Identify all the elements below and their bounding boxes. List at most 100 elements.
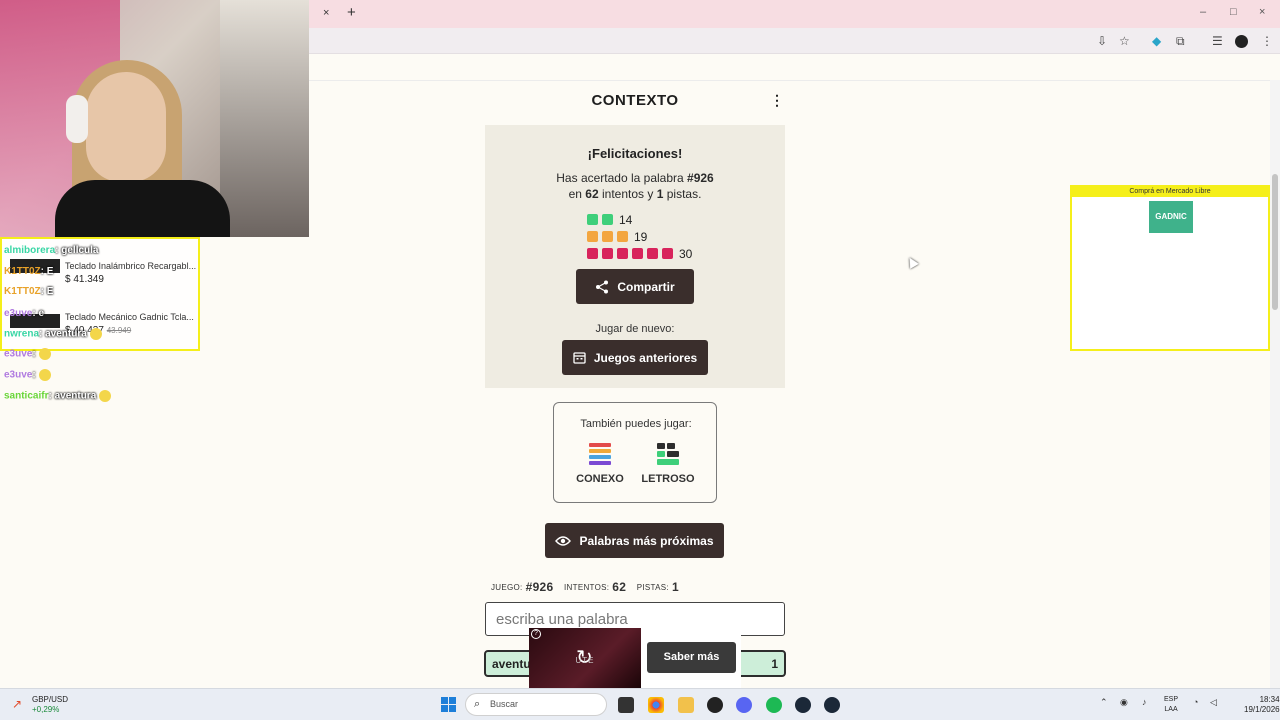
hints-count: 1 bbox=[656, 187, 664, 201]
chat-username: nwrena bbox=[4, 328, 40, 340]
letroso-link[interactable]: LETROSO bbox=[633, 443, 703, 485]
headset bbox=[66, 95, 88, 143]
chat-text: : gellcula bbox=[55, 245, 99, 256]
steam-icon[interactable] bbox=[824, 697, 840, 713]
obs-icon[interactable] bbox=[707, 697, 723, 713]
gadnic-logo[interactable]: GADNIC bbox=[1149, 201, 1193, 233]
webcam-overlay bbox=[0, 0, 309, 237]
share-button[interactable]: Compartir bbox=[576, 269, 694, 304]
result-card: ¡Felicitaciones! Has acertado la palabra… bbox=[485, 125, 785, 388]
result-summary: Has acertado la palabra #926 en 62 inten… bbox=[556, 171, 714, 201]
emote-icon bbox=[89, 328, 102, 340]
reading-list-icon[interactable]: ☰ bbox=[1212, 34, 1223, 48]
distribution-square bbox=[662, 248, 673, 260]
spotify-icon[interactable] bbox=[766, 697, 782, 713]
share-icon bbox=[596, 280, 609, 293]
clock[interactable]: 18:34 19/1/2026 bbox=[1244, 695, 1280, 715]
distribution-row: 14 bbox=[587, 211, 633, 227]
chat-text: : E bbox=[40, 266, 54, 277]
play-again-label: Jugar de nuevo: bbox=[595, 323, 675, 335]
microphone-icon[interactable]: ♪ bbox=[1142, 697, 1147, 707]
chat-message: K1TT0Z: E bbox=[4, 286, 53, 297]
distribution-square bbox=[617, 231, 628, 243]
ad-info-icon[interactable]: ? bbox=[531, 629, 541, 639]
minimize-button[interactable]: – bbox=[1200, 6, 1206, 18]
install-app-icon[interactable]: ⇩ bbox=[1097, 34, 1107, 48]
chat-message: nwrena: aventura bbox=[4, 328, 102, 340]
discord-icon[interactable] bbox=[736, 697, 752, 713]
task-view-icon[interactable] bbox=[618, 697, 634, 713]
letroso-icon bbox=[657, 443, 679, 465]
distribution-square bbox=[632, 248, 643, 260]
product-title: Teclado Inalámbrico Recargabl... bbox=[65, 261, 197, 271]
scrollbar[interactable] bbox=[1270, 80, 1280, 688]
chat-username: santicaifr bbox=[4, 390, 49, 402]
page-divider bbox=[309, 80, 1270, 81]
guess-word: aventu bbox=[492, 657, 531, 671]
distribution-square bbox=[587, 214, 598, 226]
scroll-thumb[interactable] bbox=[1272, 174, 1278, 310]
distribution-square bbox=[587, 231, 598, 243]
chat-username: e3uve bbox=[4, 348, 33, 360]
eye-icon bbox=[555, 535, 572, 546]
conexo-icon bbox=[589, 443, 611, 465]
game-number: #926 bbox=[687, 171, 714, 185]
steam-icon[interactable] bbox=[795, 697, 811, 713]
distribution-count: 19 bbox=[634, 229, 648, 244]
distribution-square bbox=[602, 214, 613, 226]
window-close-button[interactable]: × bbox=[1259, 6, 1265, 18]
chat-text: : bbox=[32, 369, 36, 381]
game-stats: JUEGO: #926 INTENTOS: 62 PISTAS: 1 bbox=[491, 580, 679, 594]
distribution-square bbox=[602, 248, 613, 260]
wifi-icon[interactable]: ◔ bbox=[1193, 697, 1198, 707]
profile-avatar[interactable] bbox=[1235, 35, 1248, 48]
chat-message: santicaifr: aventura bbox=[4, 390, 112, 402]
distribution-count: 30 bbox=[679, 246, 693, 261]
guess-rank: 1 bbox=[771, 657, 778, 671]
chat-message: almiborera: gellcula bbox=[4, 245, 99, 256]
distribution-square bbox=[602, 231, 613, 243]
previous-games-button[interactable]: Juegos anteriores bbox=[562, 340, 708, 375]
volume-icon[interactable]: ◁ bbox=[1210, 697, 1217, 708]
bookmark-star-icon[interactable]: ☆ bbox=[1119, 34, 1130, 48]
new-tab-button[interactable]: + bbox=[347, 4, 356, 21]
ticker-widget[interactable]: ↗ GBP/USD +0,29% bbox=[12, 695, 68, 714]
tray-expand-icon[interactable]: ⌃ bbox=[1100, 697, 1108, 708]
chat-username: e3uve bbox=[4, 308, 33, 319]
conexo-link[interactable]: CONEXO bbox=[565, 443, 635, 485]
language-indicator[interactable]: ESP LAA bbox=[1164, 695, 1178, 715]
chat-text: : e bbox=[32, 308, 45, 319]
browser-menu-icon[interactable]: ⋮ bbox=[1261, 34, 1273, 48]
file-explorer-icon[interactable] bbox=[678, 697, 694, 713]
chat-text: : aventura bbox=[48, 390, 97, 402]
closest-words-button[interactable]: Palabras más próximas bbox=[545, 523, 724, 558]
chat-username: almiborera bbox=[4, 245, 56, 256]
attempts-count: 62 bbox=[585, 187, 599, 201]
start-button[interactable] bbox=[441, 697, 456, 712]
distribution-square bbox=[587, 248, 598, 260]
close-tab-button[interactable]: × bbox=[323, 7, 329, 19]
distribution-row: 30 bbox=[587, 245, 693, 261]
chat-username: K1TT0Z bbox=[4, 266, 41, 277]
other-games-panel: También puedes jugar: CONEXO LETROSO bbox=[553, 402, 717, 503]
distribution-count: 14 bbox=[619, 212, 633, 227]
learn-more-button[interactable]: Saber más bbox=[647, 642, 736, 673]
ad-header: Comprá en Mercado Libre bbox=[1072, 187, 1268, 197]
emote-icon bbox=[38, 348, 51, 360]
extensions-puzzle-icon[interactable]: ⧉ bbox=[1176, 34, 1185, 49]
distribution-row: 19 bbox=[587, 228, 648, 244]
chat-username: e3uve bbox=[4, 369, 33, 381]
taskbar-search[interactable]: ⌕ Buscar bbox=[465, 693, 607, 716]
chat-message: e3uve: bbox=[4, 348, 51, 360]
more-options-icon[interactable]: ⋮ bbox=[770, 92, 784, 109]
network-icon[interactable]: ◉ bbox=[1120, 697, 1128, 708]
extension-icon[interactable]: ◆ bbox=[1152, 34, 1161, 48]
app-title: CONTEXTO bbox=[591, 92, 679, 109]
product-price: $ 41.349 bbox=[65, 274, 104, 285]
chrome-icon[interactable] bbox=[648, 697, 664, 713]
maximize-button[interactable]: □ bbox=[1230, 6, 1237, 18]
emote-icon bbox=[38, 369, 51, 381]
mercado-libre-ad[interactable]: Comprá en Mercado Libre GADNIC bbox=[1070, 185, 1270, 351]
video-ad[interactable]: ? ↻ UTE bbox=[529, 628, 641, 688]
chart-icon: ↗ bbox=[12, 697, 23, 711]
